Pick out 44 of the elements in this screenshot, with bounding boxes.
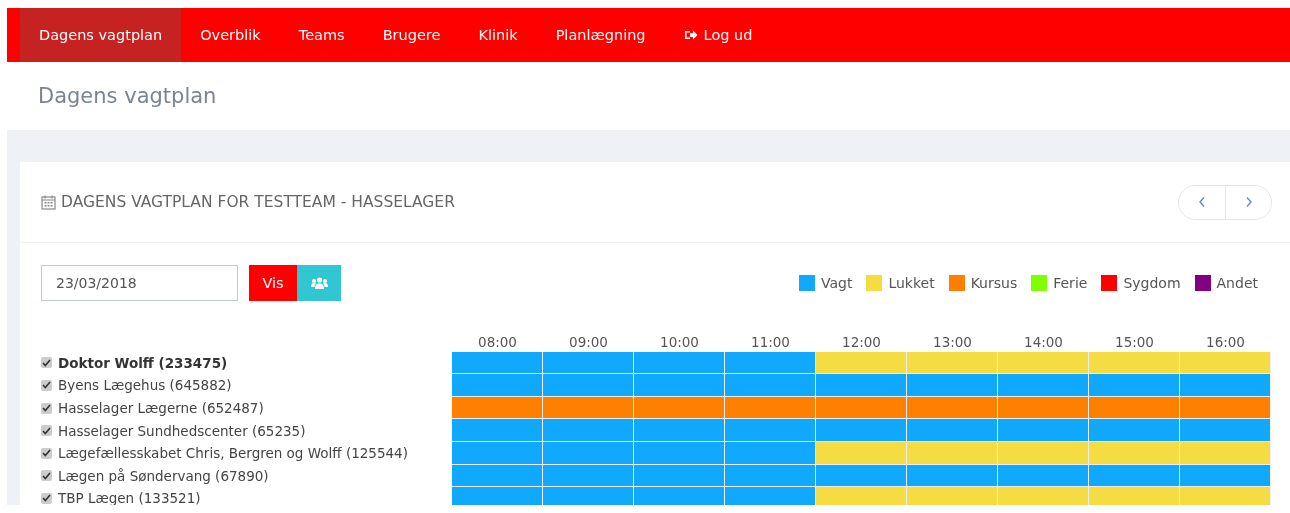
legend-label: Lukket — [888, 275, 935, 291]
logout-link[interactable]: Log ud — [664, 8, 772, 62]
legend-label: Andet — [1216, 275, 1258, 291]
hour-label: 15:00 — [1114, 332, 1155, 352]
legend-label: Vagt — [820, 275, 853, 291]
logout-icon — [683, 29, 698, 41]
clinic-name: Hasselager Lægerne (652487) — [58, 400, 264, 417]
page-title: Dagens vagtplan — [38, 83, 218, 110]
nav-link[interactable]: Brugere — [363, 8, 460, 62]
legend-label: Kursus — [970, 275, 1018, 291]
chevron-left-icon — [1198, 196, 1206, 208]
legend-label: Ferie — [1053, 275, 1088, 291]
date-field[interactable]: 23/03/2018 — [41, 265, 238, 301]
nav-link[interactable]: Dagens vagtplan — [20, 8, 182, 62]
hour-label: 14:00 — [1023, 332, 1064, 352]
nav-link[interactable]: Overblik — [181, 8, 280, 62]
checkbox[interactable] — [41, 402, 52, 414]
clinic-name: Lægen på Søndervang (67890) — [58, 467, 269, 484]
clinic-name: Lægefællesskabet Chris, Bergren og Wolff (125544) — [58, 445, 408, 462]
hour-label: 08:00 — [477, 332, 518, 352]
users-icon — [310, 276, 328, 290]
show-button[interactable]: Vis — [249, 265, 297, 301]
nav-link[interactable]: Teams — [279, 8, 364, 62]
hour-label: 11:00 — [750, 332, 791, 352]
calendar-icon — [41, 194, 56, 210]
checkbox[interactable] — [41, 380, 52, 391]
hour-label: 16:00 — [1205, 332, 1246, 352]
hour-label: 12:00 — [841, 332, 882, 352]
card-title: DAGENS VAGTPLAN FOR TESTTEAM - HASSELAGER — [61, 193, 455, 211]
nav-link[interactable]: Klinik — [459, 8, 537, 62]
legend-label: Sygdom — [1123, 275, 1181, 291]
checkbox[interactable] — [41, 357, 52, 369]
checkbox[interactable] — [41, 492, 52, 504]
clinic-name: Hasselager Sundhedscenter (65235) — [58, 422, 306, 439]
checkbox[interactable] — [41, 425, 52, 437]
checkbox[interactable] — [41, 470, 52, 482]
clinic-name: Doktor Wolff (233475) — [58, 354, 228, 371]
checkbox[interactable] — [41, 447, 52, 459]
hour-label: 13:00 — [932, 332, 973, 352]
hour-label: 10:00 — [659, 332, 700, 352]
chevron-right-icon — [1244, 196, 1253, 208]
hour-label: 09:00 — [568, 332, 609, 352]
nav-link[interactable]: Planlægning — [536, 8, 665, 62]
clinic-name: Byens Lægehus (645882) — [58, 377, 232, 394]
